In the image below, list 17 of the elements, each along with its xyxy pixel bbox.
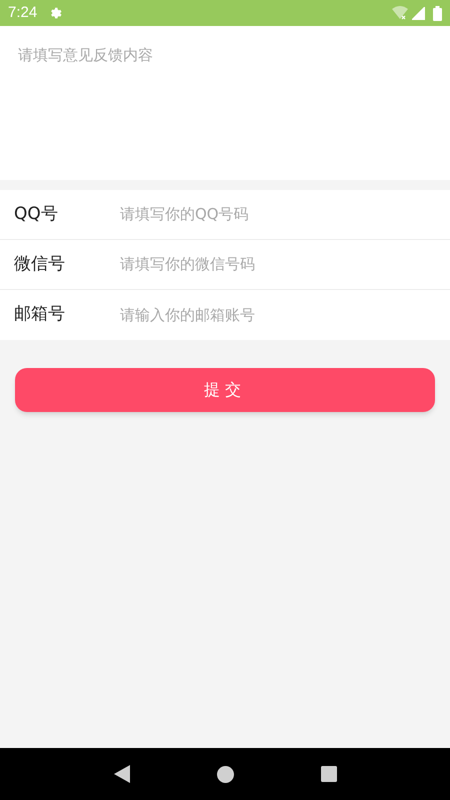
settings-icon xyxy=(49,6,64,20)
input-field[interactable]: 请填写你的微信号码 xyxy=(120,253,436,276)
input-field[interactable]: 请填写你的QQ号码 xyxy=(120,203,436,226)
battery-icon xyxy=(433,6,442,20)
home-icon[interactable] xyxy=(216,766,234,782)
signal-icon xyxy=(412,6,425,20)
recents-icon[interactable] xyxy=(320,766,336,782)
field-label: QQ号 xyxy=(14,202,59,226)
submit-button[interactable]: 提交 xyxy=(15,368,435,412)
field-label: 邮箱号 xyxy=(14,303,66,326)
input-field[interactable]: 请输入你的邮箱账号 xyxy=(120,304,436,326)
feedback-input[interactable]: 请填写意见反馈内容 xyxy=(18,44,432,180)
feedback-box[interactable]: 请填写意见反馈内容 xyxy=(0,26,450,180)
wifi-icon xyxy=(392,6,408,20)
status-time: 7:24 xyxy=(8,2,38,23)
field-label: 微信号 xyxy=(14,252,66,276)
back-icon[interactable] xyxy=(114,765,130,783)
